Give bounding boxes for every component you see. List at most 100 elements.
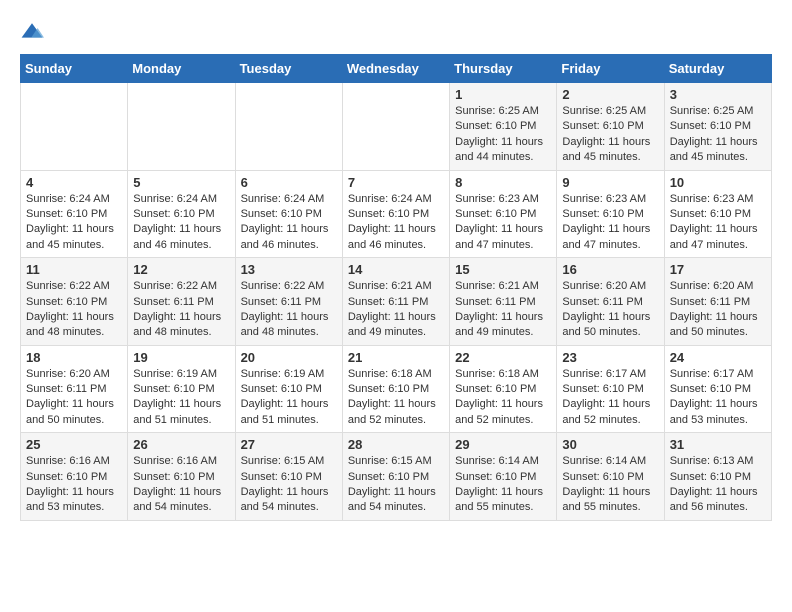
calendar-table: SundayMondayTuesdayWednesdayThursdayFrid… bbox=[20, 54, 772, 521]
day-number: 8 bbox=[455, 175, 551, 190]
day-number: 12 bbox=[133, 262, 229, 277]
day-info: Sunrise: 6:14 AM Sunset: 6:10 PM Dayligh… bbox=[455, 454, 551, 516]
calendar-cell bbox=[128, 83, 235, 171]
day-info: Sunrise: 6:19 AM Sunset: 6:10 PM Dayligh… bbox=[133, 367, 229, 429]
day-info: Sunrise: 6:15 AM Sunset: 6:10 PM Dayligh… bbox=[348, 454, 444, 516]
day-info: Sunrise: 6:22 AM Sunset: 6:11 PM Dayligh… bbox=[241, 279, 337, 341]
calendar-cell: 22 Sunrise: 6:18 AM Sunset: 6:10 PM Dayli… bbox=[450, 345, 557, 433]
day-number: 9 bbox=[562, 175, 658, 190]
day-number: 18 bbox=[26, 350, 122, 365]
day-number: 11 bbox=[26, 262, 122, 277]
day-info: Sunrise: 6:14 AM Sunset: 6:10 PM Dayligh… bbox=[562, 454, 658, 516]
day-info: Sunrise: 6:13 AM Sunset: 6:10 PM Dayligh… bbox=[670, 454, 766, 516]
logo-icon bbox=[20, 20, 44, 44]
calendar-cell: 19 Sunrise: 6:19 AM Sunset: 6:10 PM Dayli… bbox=[128, 345, 235, 433]
calendar-cell bbox=[235, 83, 342, 171]
day-info: Sunrise: 6:20 AM Sunset: 6:11 PM Dayligh… bbox=[670, 279, 766, 341]
calendar-cell: 8 Sunrise: 6:23 AM Sunset: 6:10 PM Daylig… bbox=[450, 170, 557, 258]
day-info: Sunrise: 6:15 AM Sunset: 6:10 PM Dayligh… bbox=[241, 454, 337, 516]
day-number: 15 bbox=[455, 262, 551, 277]
day-number: 27 bbox=[241, 437, 337, 452]
week-row-1: 1 Sunrise: 6:25 AM Sunset: 6:10 PM Daylig… bbox=[21, 83, 772, 171]
calendar-cell: 6 Sunrise: 6:24 AM Sunset: 6:10 PM Daylig… bbox=[235, 170, 342, 258]
day-number: 13 bbox=[241, 262, 337, 277]
calendar-cell: 2 Sunrise: 6:25 AM Sunset: 6:10 PM Daylig… bbox=[557, 83, 664, 171]
day-info: Sunrise: 6:23 AM Sunset: 6:10 PM Dayligh… bbox=[455, 192, 551, 254]
day-info: Sunrise: 6:23 AM Sunset: 6:10 PM Dayligh… bbox=[670, 192, 766, 254]
day-info: Sunrise: 6:23 AM Sunset: 6:10 PM Dayligh… bbox=[562, 192, 658, 254]
day-number: 28 bbox=[348, 437, 444, 452]
calendar-cell: 4 Sunrise: 6:24 AM Sunset: 6:10 PM Daylig… bbox=[21, 170, 128, 258]
day-info: Sunrise: 6:16 AM Sunset: 6:10 PM Dayligh… bbox=[133, 454, 229, 516]
day-number: 14 bbox=[348, 262, 444, 277]
calendar-cell: 10 Sunrise: 6:23 AM Sunset: 6:10 PM Dayli… bbox=[664, 170, 771, 258]
day-info: Sunrise: 6:18 AM Sunset: 6:10 PM Dayligh… bbox=[348, 367, 444, 429]
day-info: Sunrise: 6:16 AM Sunset: 6:10 PM Dayligh… bbox=[26, 454, 122, 516]
calendar-cell: 21 Sunrise: 6:18 AM Sunset: 6:10 PM Dayli… bbox=[342, 345, 449, 433]
calendar-cell: 1 Sunrise: 6:25 AM Sunset: 6:10 PM Daylig… bbox=[450, 83, 557, 171]
day-info: Sunrise: 6:22 AM Sunset: 6:10 PM Dayligh… bbox=[26, 279, 122, 341]
header-day-thursday: Thursday bbox=[450, 55, 557, 83]
day-number: 19 bbox=[133, 350, 229, 365]
day-number: 21 bbox=[348, 350, 444, 365]
day-number: 31 bbox=[670, 437, 766, 452]
day-info: Sunrise: 6:17 AM Sunset: 6:10 PM Dayligh… bbox=[562, 367, 658, 429]
day-number: 20 bbox=[241, 350, 337, 365]
day-info: Sunrise: 6:20 AM Sunset: 6:11 PM Dayligh… bbox=[26, 367, 122, 429]
day-info: Sunrise: 6:24 AM Sunset: 6:10 PM Dayligh… bbox=[241, 192, 337, 254]
calendar-cell: 5 Sunrise: 6:24 AM Sunset: 6:10 PM Daylig… bbox=[128, 170, 235, 258]
header-day-tuesday: Tuesday bbox=[235, 55, 342, 83]
day-number: 29 bbox=[455, 437, 551, 452]
day-number: 4 bbox=[26, 175, 122, 190]
day-info: Sunrise: 6:24 AM Sunset: 6:10 PM Dayligh… bbox=[133, 192, 229, 254]
page-header bbox=[20, 20, 772, 44]
calendar-cell: 3Sunrise: 6:25 AM Sunset: 6:10 PM Daylig… bbox=[664, 83, 771, 171]
day-number: 17 bbox=[670, 262, 766, 277]
day-info: Sunrise: 6:19 AM Sunset: 6:10 PM Dayligh… bbox=[241, 367, 337, 429]
header-day-monday: Monday bbox=[128, 55, 235, 83]
day-number: 26 bbox=[133, 437, 229, 452]
day-info: Sunrise: 6:20 AM Sunset: 6:11 PM Dayligh… bbox=[562, 279, 658, 341]
header-day-sunday: Sunday bbox=[21, 55, 128, 83]
day-number: 22 bbox=[455, 350, 551, 365]
day-info: Sunrise: 6:22 AM Sunset: 6:11 PM Dayligh… bbox=[133, 279, 229, 341]
week-row-3: 11 Sunrise: 6:22 AM Sunset: 6:10 PM Dayli… bbox=[21, 258, 772, 346]
calendar-cell: 31 Sunrise: 6:13 AM Sunset: 6:10 PM Dayli… bbox=[664, 433, 771, 521]
day-info: Sunrise: 6:24 AM Sunset: 6:10 PM Dayligh… bbox=[348, 192, 444, 254]
day-number: 16 bbox=[562, 262, 658, 277]
day-info: Sunrise: 6:25 AM Sunset: 6:10 PM Dayligh… bbox=[455, 104, 551, 166]
week-row-5: 25 Sunrise: 6:16 AM Sunset: 6:10 PM Dayli… bbox=[21, 433, 772, 521]
day-number: 6 bbox=[241, 175, 337, 190]
header-day-friday: Friday bbox=[557, 55, 664, 83]
calendar-cell: 26 Sunrise: 6:16 AM Sunset: 6:10 PM Dayli… bbox=[128, 433, 235, 521]
calendar-cell: 27 Sunrise: 6:15 AM Sunset: 6:10 PM Dayli… bbox=[235, 433, 342, 521]
logo bbox=[20, 20, 48, 44]
day-number: 2 bbox=[562, 87, 658, 102]
header-day-saturday: Saturday bbox=[664, 55, 771, 83]
day-number: 25 bbox=[26, 437, 122, 452]
calendar-cell: 20 Sunrise: 6:19 AM Sunset: 6:10 PM Dayli… bbox=[235, 345, 342, 433]
header-day-wednesday: Wednesday bbox=[342, 55, 449, 83]
day-info: Sunrise: 6:25 AM Sunset: 6:10 PM Dayligh… bbox=[562, 104, 658, 166]
calendar-cell: 13 Sunrise: 6:22 AM Sunset: 6:11 PM Dayli… bbox=[235, 258, 342, 346]
calendar-cell: 28 Sunrise: 6:15 AM Sunset: 6:10 PM Dayli… bbox=[342, 433, 449, 521]
calendar-cell bbox=[342, 83, 449, 171]
week-row-4: 18 Sunrise: 6:20 AM Sunset: 6:11 PM Dayli… bbox=[21, 345, 772, 433]
calendar-cell: 17 Sunrise: 6:20 AM Sunset: 6:11 PM Dayli… bbox=[664, 258, 771, 346]
calendar-cell: 16 Sunrise: 6:20 AM Sunset: 6:11 PM Dayli… bbox=[557, 258, 664, 346]
day-number: 10 bbox=[670, 175, 766, 190]
calendar-cell: 25 Sunrise: 6:16 AM Sunset: 6:10 PM Dayli… bbox=[21, 433, 128, 521]
calendar-header: SundayMondayTuesdayWednesdayThursdayFrid… bbox=[21, 55, 772, 83]
day-info: Sunrise: 6:21 AM Sunset: 6:11 PM Dayligh… bbox=[455, 279, 551, 341]
day-number: 5 bbox=[133, 175, 229, 190]
day-number: 30 bbox=[562, 437, 658, 452]
day-info: Sunrise: 6:25 AM Sunset: 6:10 PM Dayligh… bbox=[670, 104, 766, 166]
calendar-cell: 15 Sunrise: 6:21 AM Sunset: 6:11 PM Dayli… bbox=[450, 258, 557, 346]
day-info: Sunrise: 6:24 AM Sunset: 6:10 PM Dayligh… bbox=[26, 192, 122, 254]
day-info: Sunrise: 6:21 AM Sunset: 6:11 PM Dayligh… bbox=[348, 279, 444, 341]
calendar-cell bbox=[21, 83, 128, 171]
day-info: Sunrise: 6:17 AM Sunset: 6:10 PM Dayligh… bbox=[670, 367, 766, 429]
calendar-body: 1 Sunrise: 6:25 AM Sunset: 6:10 PM Daylig… bbox=[21, 83, 772, 521]
day-number: 1 bbox=[455, 87, 551, 102]
day-info: Sunrise: 6:18 AM Sunset: 6:10 PM Dayligh… bbox=[455, 367, 551, 429]
